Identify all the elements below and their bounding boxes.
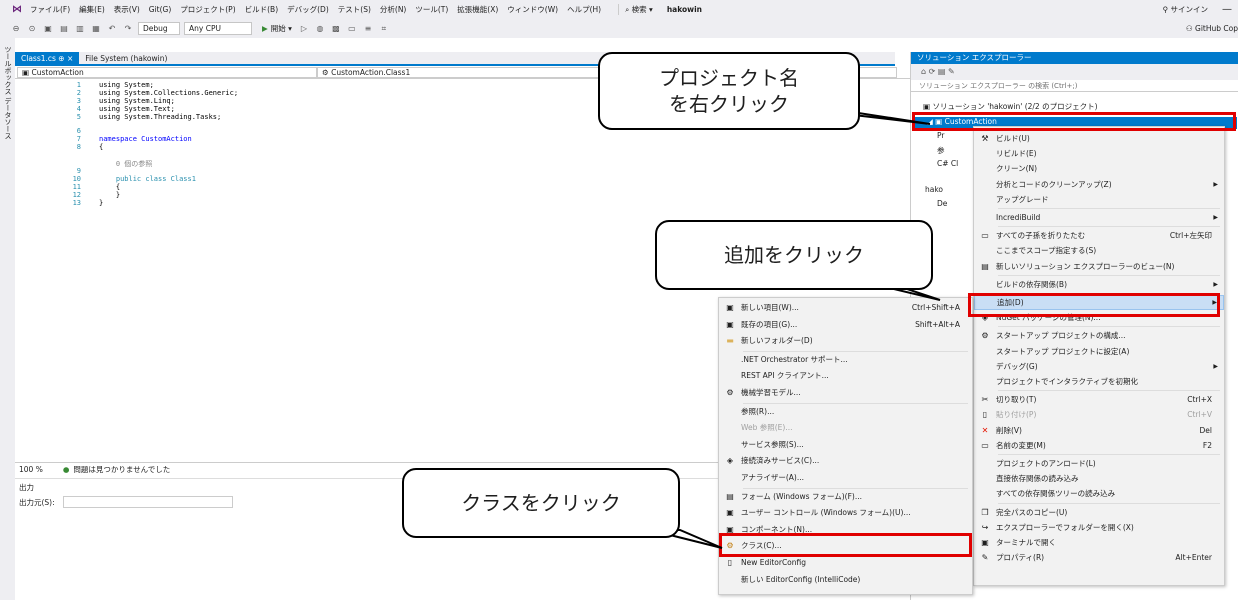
callout-project-right-click: プロジェクト名 を右クリック — [598, 52, 860, 130]
callout-click-class: クラスをクリック — [402, 468, 680, 538]
callout-click-add: 追加をクリック — [655, 220, 933, 290]
